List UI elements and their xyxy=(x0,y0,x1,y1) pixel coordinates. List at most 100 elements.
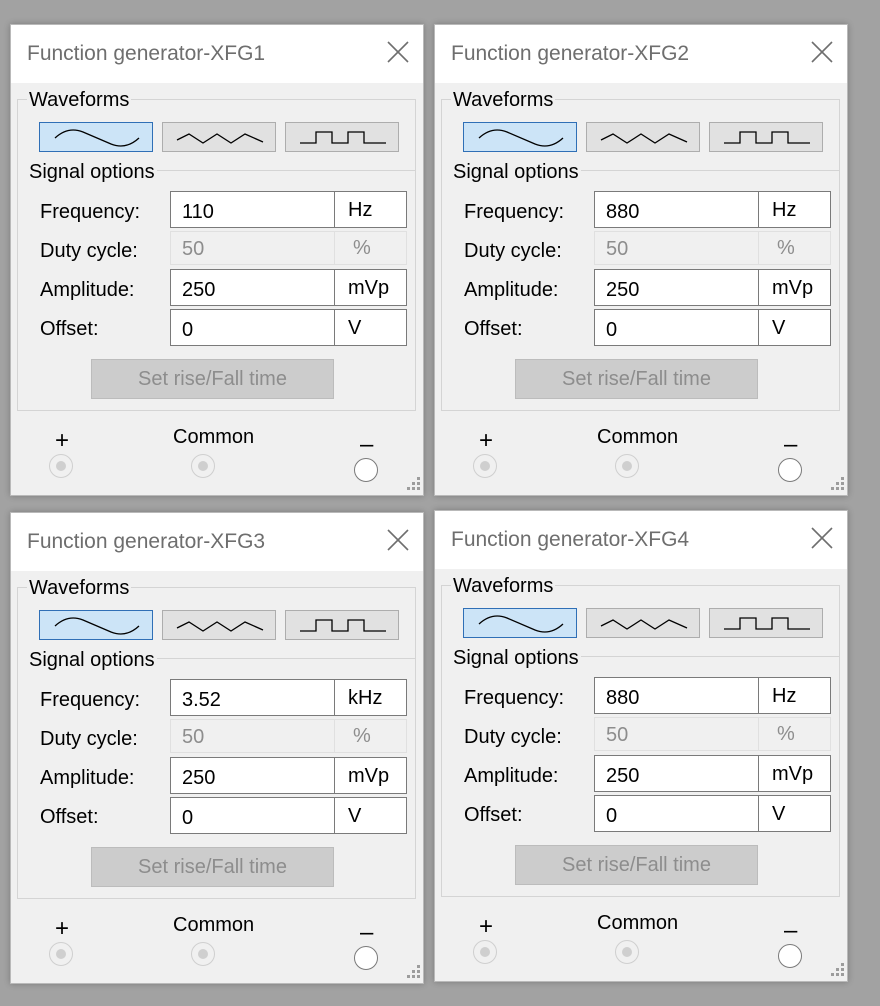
offset-unit-select[interactable]: V xyxy=(334,797,407,834)
frequency-unit-select[interactable]: Hz xyxy=(758,191,831,228)
resize-grip-icon[interactable] xyxy=(827,961,845,979)
common-terminal[interactable] xyxy=(615,940,639,964)
square-wave-icon xyxy=(300,619,386,632)
signal-options-label: Signal options xyxy=(27,649,157,671)
title-bar[interactable]: Function generator-XFG2 xyxy=(435,25,847,83)
frequency-input[interactable]: 880 xyxy=(594,677,759,714)
duty-cycle-input: 50 xyxy=(170,719,335,753)
waveforms-label: Waveforms xyxy=(27,577,132,599)
waveforms-label: Waveforms xyxy=(27,89,132,111)
window-title: Function generator-XFG1 xyxy=(27,42,266,65)
sine-wave-icon xyxy=(54,129,140,147)
close-button[interactable] xyxy=(383,525,413,555)
close-icon xyxy=(387,529,409,551)
square-wave-button[interactable] xyxy=(709,122,823,152)
waveforms-label: Waveforms xyxy=(451,575,556,597)
close-button[interactable] xyxy=(383,37,413,67)
positive-terminal[interactable] xyxy=(49,454,73,478)
triangle-wave-button[interactable] xyxy=(162,610,276,640)
positive-terminal[interactable] xyxy=(473,940,497,964)
offset-input[interactable]: 0 xyxy=(170,309,335,346)
negative-terminal-label: – xyxy=(360,431,374,458)
triangle-wave-button[interactable] xyxy=(586,122,700,152)
sine-wave-icon xyxy=(54,617,140,635)
title-bar[interactable]: Function generator-XFG1 xyxy=(11,25,423,83)
amplitude-input[interactable]: 250 xyxy=(170,757,335,794)
set-rise-fall-time-button: Set rise/Fall time xyxy=(91,359,334,399)
offset-unit-select[interactable]: V xyxy=(334,309,407,346)
frequency-unit-select[interactable]: Hz xyxy=(334,191,407,228)
square-wave-button[interactable] xyxy=(709,608,823,638)
function-generator-window-xfg1: Function generator-XFG1 Waveforms Signal… xyxy=(10,24,424,496)
function-generator-window-xfg3: Function generator-XFG3 Waveforms Signal… xyxy=(10,512,424,984)
frequency-label: Frequency: xyxy=(464,201,565,223)
frequency-label: Frequency: xyxy=(40,689,141,711)
title-bar[interactable]: Function generator-XFG4 xyxy=(435,511,847,569)
duty-cycle-unit: % xyxy=(758,717,831,751)
negative-terminal-label: – xyxy=(360,919,374,946)
amplitude-unit-select[interactable]: mVp xyxy=(758,755,831,792)
triangle-wave-button[interactable] xyxy=(586,608,700,638)
negative-terminal[interactable] xyxy=(354,946,378,970)
negative-terminal[interactable] xyxy=(354,458,378,482)
title-bar[interactable]: Function generator-XFG3 xyxy=(11,513,423,571)
square-wave-icon xyxy=(724,131,810,144)
offset-unit-select[interactable]: V xyxy=(758,795,831,832)
amplitude-unit-select[interactable]: mVp xyxy=(334,757,407,794)
waveforms-label: Waveforms xyxy=(451,89,556,111)
duty-cycle-label: Duty cycle: xyxy=(464,726,562,748)
amplitude-unit-select[interactable]: mVp xyxy=(758,269,831,306)
common-terminal-label: Common xyxy=(597,426,679,448)
sine-wave-button[interactable] xyxy=(463,122,577,152)
common-terminal[interactable] xyxy=(191,942,215,966)
offset-label: Offset: xyxy=(40,318,99,340)
offset-unit-select[interactable]: V xyxy=(758,309,831,346)
set-rise-fall-time-button: Set rise/Fall time xyxy=(91,847,334,887)
duty-cycle-unit: % xyxy=(334,719,407,753)
frequency-input[interactable]: 110 xyxy=(170,191,335,228)
offset-input[interactable]: 0 xyxy=(594,795,759,832)
resize-grip-icon[interactable] xyxy=(403,475,421,493)
signal-options-label: Signal options xyxy=(451,647,581,669)
positive-terminal[interactable] xyxy=(473,454,497,478)
sine-wave-button[interactable] xyxy=(39,610,153,640)
amplitude-label: Amplitude: xyxy=(464,765,559,787)
frequency-input[interactable]: 880 xyxy=(594,191,759,228)
offset-input[interactable]: 0 xyxy=(594,309,759,346)
amplitude-input[interactable]: 250 xyxy=(594,755,759,792)
duty-cycle-label: Duty cycle: xyxy=(40,240,138,262)
resize-grip-icon[interactable] xyxy=(827,475,845,493)
square-wave-button[interactable] xyxy=(285,122,399,152)
amplitude-input[interactable]: 250 xyxy=(170,269,335,306)
frequency-input[interactable]: 3.52 xyxy=(170,679,335,716)
resize-grip-icon[interactable] xyxy=(403,963,421,981)
offset-label: Offset: xyxy=(464,804,523,826)
window-title: Function generator-XFG2 xyxy=(451,42,690,65)
frequency-unit-select[interactable]: Hz xyxy=(758,677,831,714)
frequency-label: Frequency: xyxy=(40,201,141,223)
triangle-wave-icon xyxy=(176,621,264,632)
amplitude-unit-select[interactable]: mVp xyxy=(334,269,407,306)
close-button[interactable] xyxy=(807,37,837,67)
frequency-label: Frequency: xyxy=(464,687,565,709)
duty-cycle-label: Duty cycle: xyxy=(464,240,562,262)
square-wave-button[interactable] xyxy=(285,610,399,640)
sine-wave-button[interactable] xyxy=(39,122,153,152)
close-button[interactable] xyxy=(807,523,837,553)
common-terminal[interactable] xyxy=(615,454,639,478)
close-icon xyxy=(811,527,833,549)
negative-terminal[interactable] xyxy=(778,458,802,482)
negative-terminal-label: – xyxy=(784,431,798,458)
negative-terminal[interactable] xyxy=(778,944,802,968)
signal-options-label: Signal options xyxy=(27,161,157,183)
common-terminal[interactable] xyxy=(191,454,215,478)
sine-wave-button[interactable] xyxy=(463,608,577,638)
offset-input[interactable]: 0 xyxy=(170,797,335,834)
frequency-unit-select[interactable]: kHz xyxy=(334,679,407,716)
amplitude-input[interactable]: 250 xyxy=(594,269,759,306)
positive-terminal[interactable] xyxy=(49,942,73,966)
signal-options-label: Signal options xyxy=(451,161,581,183)
triangle-wave-button[interactable] xyxy=(162,122,276,152)
duty-cycle-input: 50 xyxy=(170,231,335,265)
positive-terminal-label: + xyxy=(55,915,70,942)
